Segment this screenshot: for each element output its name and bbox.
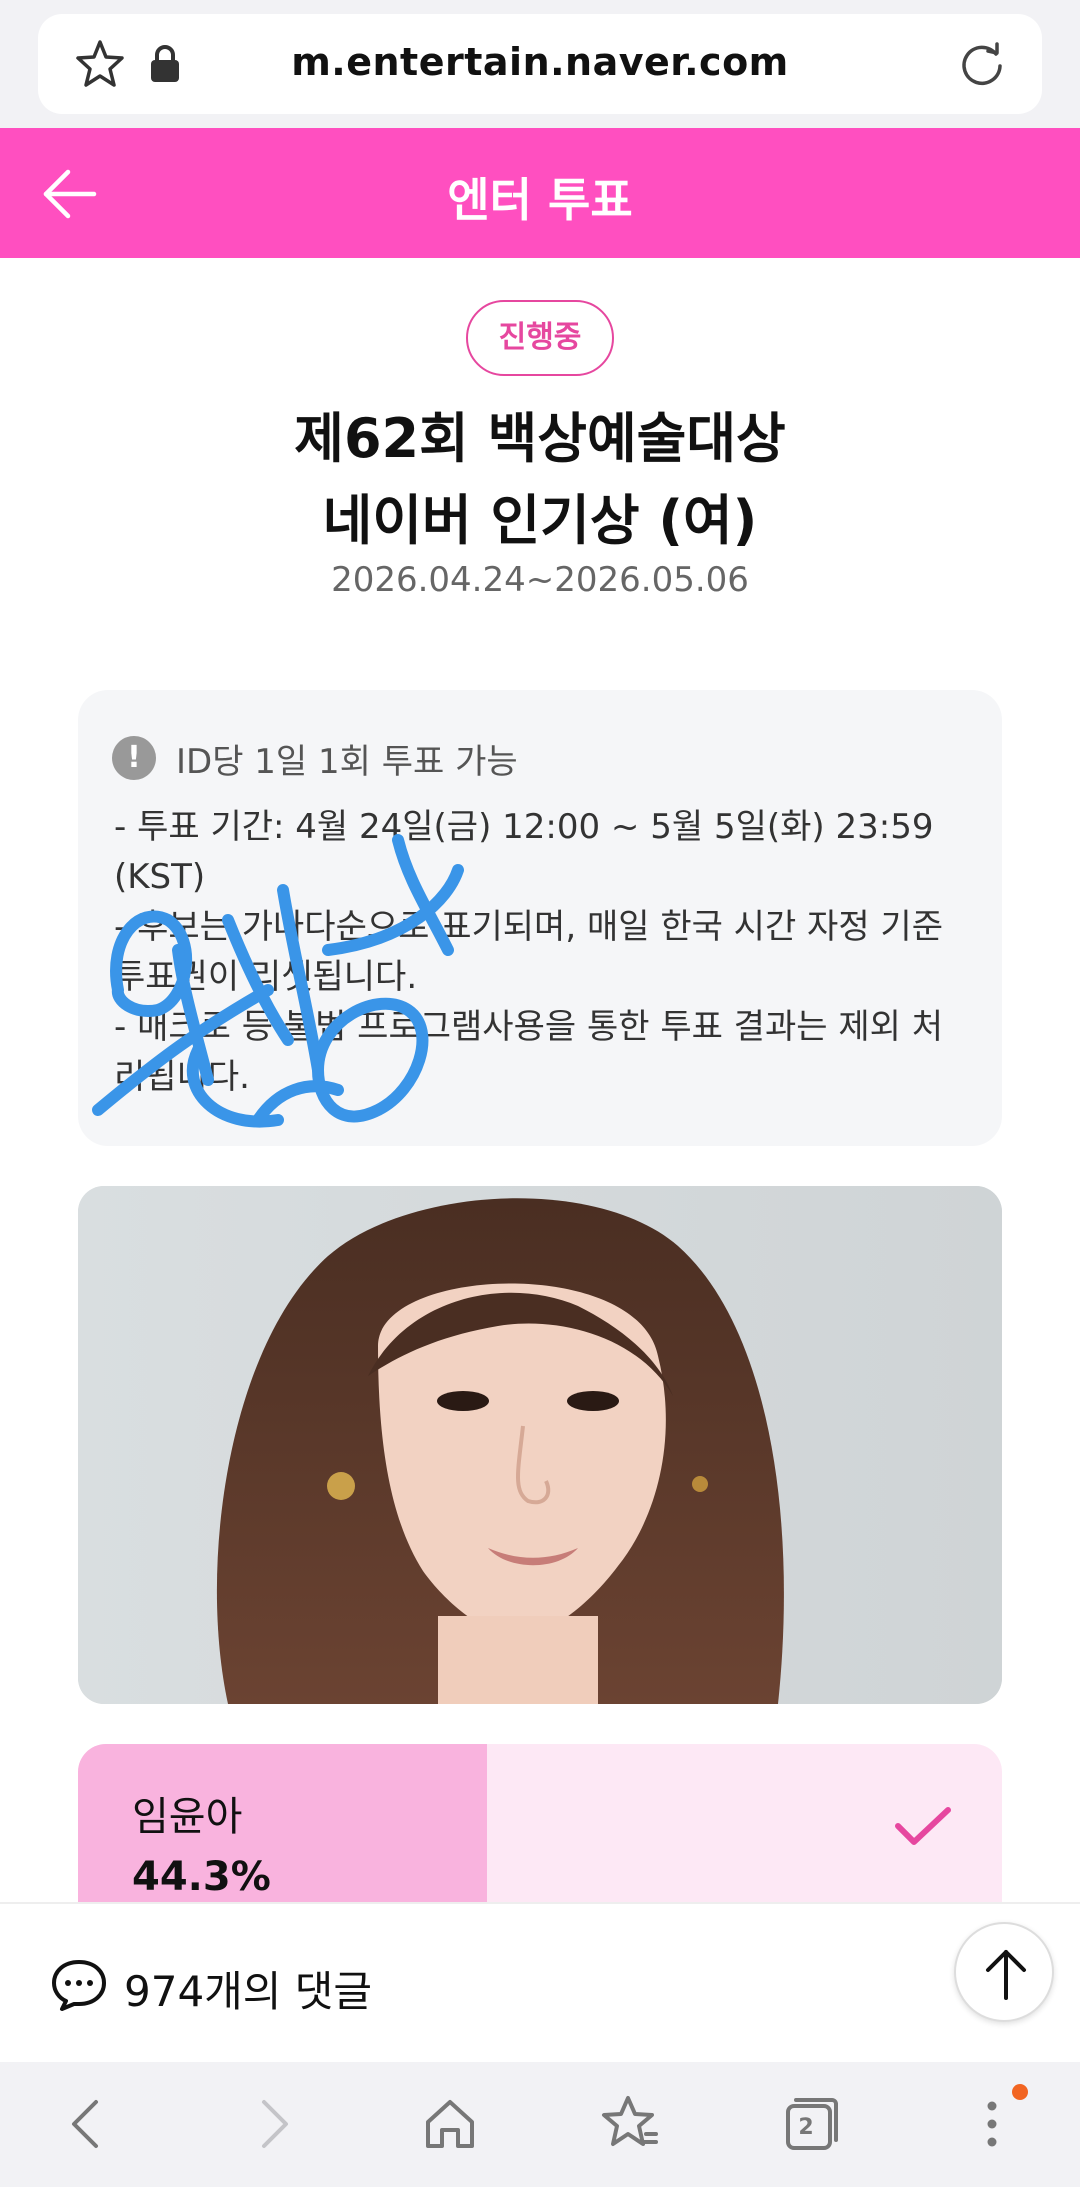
notice-headline: ID당 1일 1회 투표 가능 <box>176 742 518 782</box>
candidate-name: 임윤아 <box>132 1794 243 1840</box>
browser-bottom-nav: 2 <box>0 2062 1080 2187</box>
vote-title-line-2: 네이버 인기상 (여) <box>322 489 758 552</box>
arrow-up-icon <box>986 1950 1026 2000</box>
notice-box: ! ID당 1일 1회 투표 가능 - 투표 기간: 4월 24일(금) 12:… <box>78 690 1002 1146</box>
scroll-top-button[interactable] <box>954 1922 1054 2022</box>
notice-line: - 매크로 등 불법 프로그램사용을 통한 투표 결과는 제외 처리됩니다. <box>114 1007 943 1097</box>
chat-icon <box>52 1960 106 2011</box>
menu-dots-icon[interactable] <box>960 2092 1024 2156</box>
tabs-button[interactable]: 2 <box>780 2092 844 2156</box>
vote-period: 2026.04.24~2026.05.06 <box>331 560 749 600</box>
candidate-percent: 44.3% <box>132 1854 271 1900</box>
bookmark-star-icon[interactable] <box>598 2092 662 2156</box>
notification-dot <box>1012 2084 1028 2100</box>
tab-count: 2 <box>798 2115 814 2140</box>
reload-icon[interactable] <box>956 38 1008 90</box>
vote-title: 제62회 백상예술대상 네이버 인기상 (여) <box>0 398 1080 562</box>
page-header: 엔터 투표 <box>0 128 1080 258</box>
vote-title-line-1: 제62회 백상예술대상 <box>294 407 786 470</box>
notice-line: - 후보는 가나다순으로 표기되며, 매일 한국 시간 자정 기준 투표권이 리… <box>114 907 943 997</box>
nav-back-icon[interactable] <box>56 2092 120 2156</box>
check-icon <box>895 1807 951 1845</box>
comment-count[interactable]: 974개의 댓글 <box>124 1958 372 2019</box>
browser-toolbar: m.entertain.naver.com <box>0 0 1080 128</box>
notice-line: - 투표 기간: 4월 24일(금) 12:00 ~ 5월 5일(화) 23:5… <box>114 807 934 897</box>
url-text[interactable]: m.entertain.naver.com <box>38 40 1042 84</box>
comment-bar[interactable]: 974개의 댓글 <box>0 1902 1080 2062</box>
candidate-result-card[interactable]: 임윤아 44.3% <box>78 1744 1002 1904</box>
page-title: 엔터 투표 <box>447 173 633 227</box>
home-icon[interactable] <box>418 2092 482 2156</box>
nav-forward-icon[interactable] <box>240 2092 304 2156</box>
address-bar[interactable]: m.entertain.naver.com <box>38 14 1042 114</box>
candidate-photo <box>78 1186 1002 1704</box>
status-badge: 진행중 <box>466 300 614 376</box>
warning-icon: ! <box>112 736 156 780</box>
